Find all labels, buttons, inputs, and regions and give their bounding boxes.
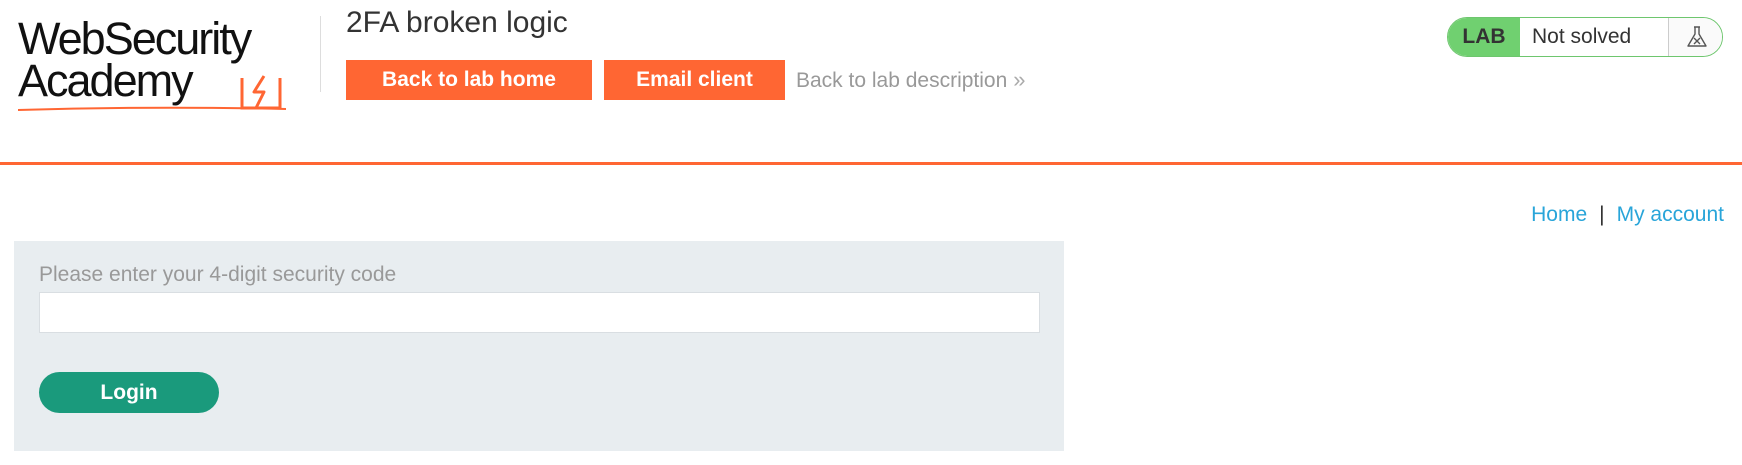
- security-code-form: Please enter your 4-digit security code …: [14, 241, 1064, 451]
- lab-status-text: Not solved: [1532, 25, 1632, 48]
- login-button[interactable]: Login: [39, 372, 219, 413]
- logo-text-line2: Academy: [18, 55, 194, 106]
- logo-underline: [18, 106, 286, 111]
- lab-status-icon-cell: [1668, 18, 1722, 56]
- security-code-input[interactable]: [39, 292, 1040, 333]
- lab-status-widget[interactable]: LAB Not solved: [1447, 17, 1723, 57]
- lab-title: 2FA broken logic: [346, 6, 568, 39]
- security-code-label: Please enter your 4-digit security code: [39, 263, 397, 286]
- flask-icon: [1687, 26, 1707, 47]
- email-client-button[interactable]: Email client: [604, 60, 785, 100]
- lab-badge: LAB: [1448, 18, 1520, 56]
- nav-separator: |: [1599, 203, 1605, 226]
- page-header: WebSecurity Academy 2FA broken logic Bac…: [0, 0, 1742, 165]
- back-to-lab-description-link[interactable]: Back to lab description»: [796, 67, 1026, 93]
- nav-my-account-link[interactable]: My account: [1617, 203, 1724, 226]
- double-chevron-right-icon: »: [1013, 67, 1026, 92]
- back-to-lab-home-button[interactable]: Back to lab home: [346, 60, 592, 100]
- nav-home-link[interactable]: Home: [1531, 203, 1587, 226]
- header-divider: [320, 16, 321, 92]
- web-security-academy-logo[interactable]: WebSecurity Academy: [18, 14, 318, 111]
- top-nav: Home | My account: [1531, 203, 1724, 227]
- back-to-lab-description-label: Back to lab description: [796, 69, 1008, 92]
